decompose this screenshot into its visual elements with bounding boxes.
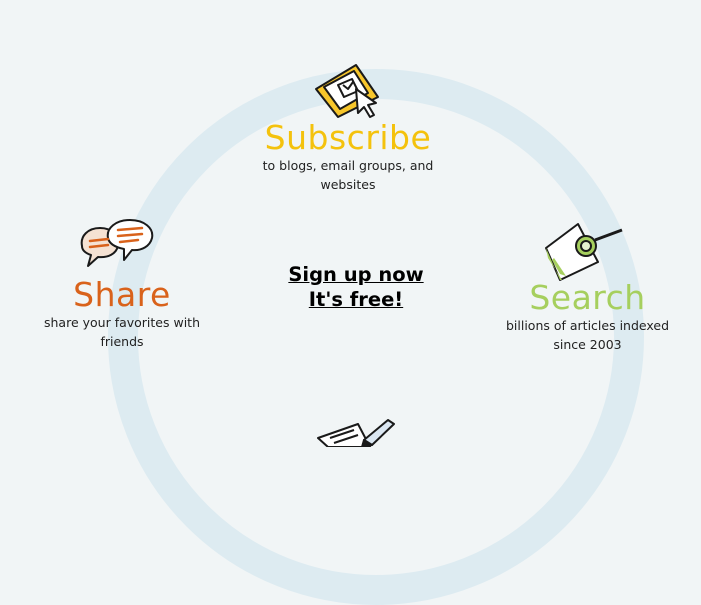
subscribe-feature[interactable]: Subscribe to blogs, email groups, and we… [233,120,463,194]
signup-link-line1[interactable]: Sign up now [236,262,476,287]
speech-bubbles-icon [80,219,154,267]
subscribe-window-cursor-icon [315,64,379,118]
subscribe-desc-line1: to blogs, email groups, and [262,158,434,173]
search-title[interactable]: Search [474,280,701,316]
magnifier-document-icon [545,223,623,281]
search-feature[interactable]: Search billions of articles indexed sinc… [474,280,701,354]
subscribe-desc-line2: websites [320,177,376,192]
search-desc-line1: billions of articles indexed [505,318,670,333]
signup-link-line2[interactable]: It's free! [236,287,476,312]
share-feature[interactable]: Share share your favorites with friends [8,277,236,351]
pen-paper-icon [317,419,395,447]
search-desc-line2: since 2003 [553,337,622,352]
share-desc-line2: friends [100,334,144,349]
signup-area[interactable]: Sign up now It's free! [236,262,476,312]
share-title[interactable]: Share [8,277,236,313]
subscribe-title[interactable]: Subscribe [233,120,463,156]
share-desc-line1: share your favorites with [43,315,201,330]
